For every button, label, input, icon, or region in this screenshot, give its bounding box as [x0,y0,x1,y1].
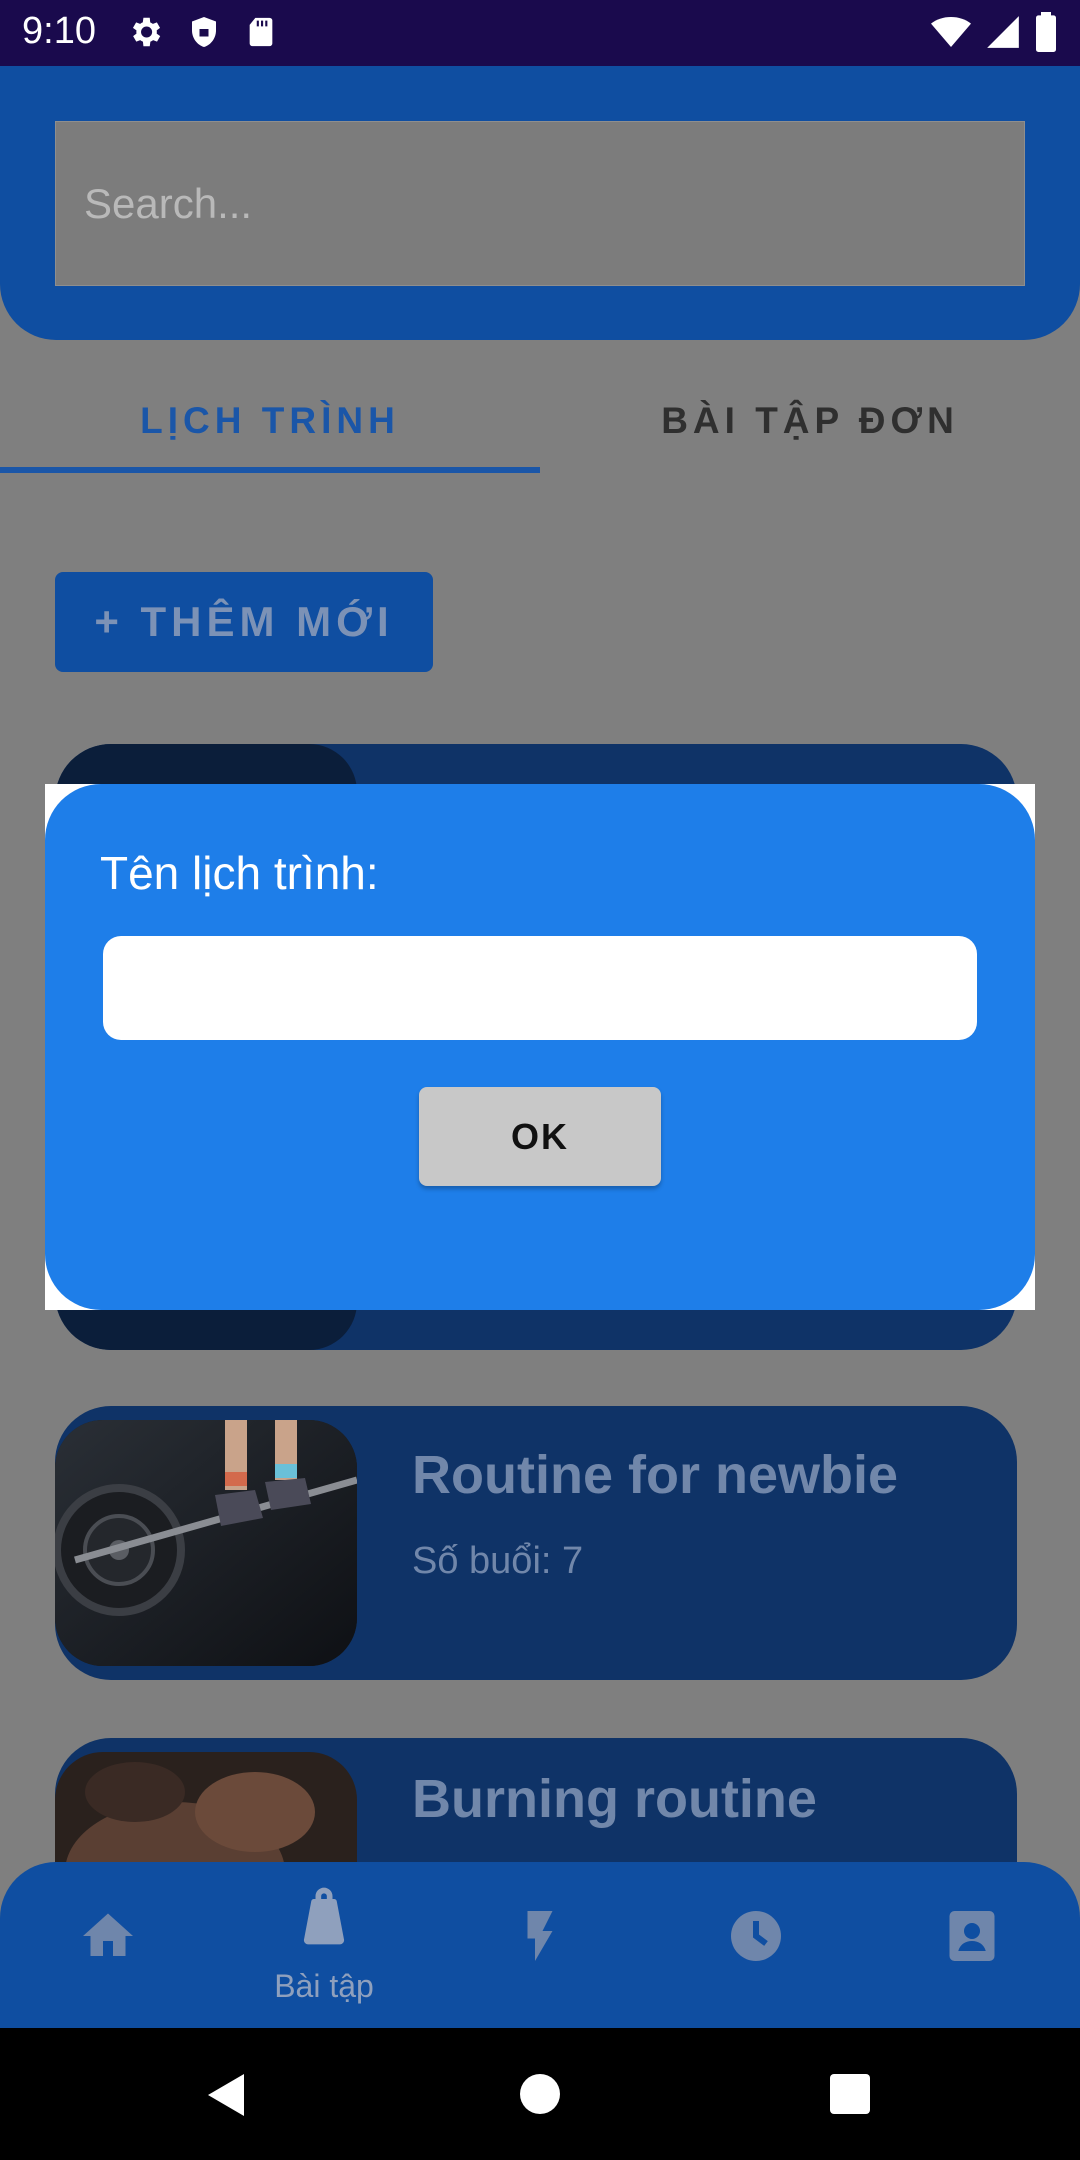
routine-title: Burning routine [412,1769,817,1829]
routine-image [55,1420,357,1666]
tab-lich-trinh[interactable]: LỊCH TRÌNH [0,376,540,466]
shield-icon [192,17,216,47]
nav-history[interactable] [648,1862,864,2028]
back-icon[interactable] [204,2072,248,2118]
routine-name-input[interactable] [103,936,977,1040]
routine-name-dialog: Tên lịch trình: OK [45,784,1035,1310]
status-bar: 9:10 [0,0,1080,66]
tab-label: BÀI TẬP ĐƠN [661,400,959,441]
nav-exercises[interactable]: Bài tập [216,1862,432,2028]
lightning-icon [527,1911,553,1961]
tab-indicator [0,467,540,473]
routine-card[interactable]: Routine for newbie Số buổi: 7 [55,1406,1017,1680]
status-icons-left [126,13,278,51]
profile-icon [949,1911,995,1961]
bottom-navigation: Bài tập [0,1862,1080,2028]
home-icon [83,1913,133,1956]
nav-profile[interactable] [864,1862,1080,2028]
battery-icon [1036,12,1056,52]
routine-title: Routine for newbie [412,1445,898,1505]
signal-icon [987,16,1019,48]
tab-bai-tap-don[interactable]: BÀI TẬP ĐƠN [540,376,1080,466]
status-icons-right [930,12,1058,52]
dialog-container: Tên lịch trình: OK [45,784,1035,1310]
status-time: 9:10 [22,10,96,52]
add-routine-label: + THÊM MỚI [94,598,394,645]
search-input[interactable] [56,122,1024,285]
sd-card-icon [249,17,273,47]
recents-icon[interactable] [828,2072,872,2116]
routine-sessions: Số buổi: 7 [412,1540,584,1582]
ok-button[interactable]: OK [419,1087,661,1186]
add-routine-button[interactable]: + THÊM MỚI [55,572,433,672]
nav-home[interactable] [0,1862,216,2028]
search-box[interactable] [55,121,1025,286]
wifi-icon [931,17,971,47]
dialog-title: Tên lịch trình: [100,847,379,899]
system-navigation-bar [0,2028,1080,2160]
nav-activity[interactable] [432,1862,648,2028]
kettlebell-icon [303,1887,345,1945]
clock-icon [731,1911,781,1961]
home-nav-icon[interactable] [518,2072,562,2116]
barbell-deadlift-photo [55,1420,357,1666]
header [0,66,1080,340]
nav-label: Bài tập [274,1968,374,2004]
settings-icon [132,17,161,47]
tab-label: LỊCH TRÌNH [140,400,400,441]
